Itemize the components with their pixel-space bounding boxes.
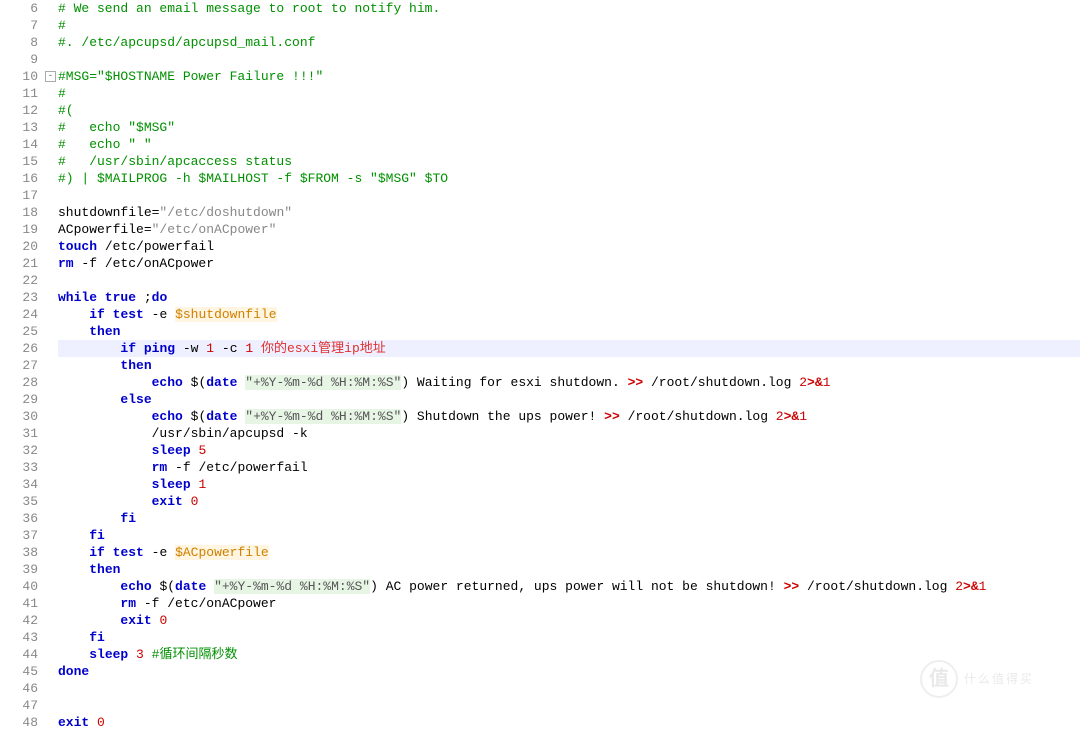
line-number: 43 [0, 629, 38, 646]
watermark-text: 什么值得买 [964, 671, 1034, 688]
line-number: 23 [0, 289, 38, 306]
code-line[interactable]: if ping -w 1 -c 1 你的esxi管理ip地址 [58, 340, 1080, 357]
line-number-gutter: 6789101112131415161718192021222324252627… [0, 0, 44, 731]
line-number: 47 [0, 697, 38, 714]
line-number: 30 [0, 408, 38, 425]
fold-gutter[interactable]: - [44, 0, 58, 731]
code-line[interactable]: exit 0 [58, 612, 1080, 629]
code-line[interactable]: echo $(date "+%Y-%m-%d %H:%M:%S") Waitin… [58, 374, 1080, 391]
line-number: 6 [0, 0, 38, 17]
code-line[interactable]: else [58, 391, 1080, 408]
line-number: 37 [0, 527, 38, 544]
line-number: 38 [0, 544, 38, 561]
code-line[interactable] [58, 697, 1080, 714]
line-number: 36 [0, 510, 38, 527]
line-number: 20 [0, 238, 38, 255]
code-line[interactable]: # We send an email message to root to no… [58, 0, 1080, 17]
line-number: 48 [0, 714, 38, 731]
code-line[interactable]: #) | $MAILPROG -h $MAILHOST -f $FROM -s … [58, 170, 1080, 187]
code-line[interactable]: sleep 5 [58, 442, 1080, 459]
code-line[interactable] [58, 272, 1080, 289]
code-line[interactable]: rm -f /etc/onACpower [58, 255, 1080, 272]
code-line[interactable]: if test -e $shutdownfile [58, 306, 1080, 323]
line-number: 8 [0, 34, 38, 51]
line-number: 46 [0, 680, 38, 697]
code-line[interactable]: then [58, 323, 1080, 340]
line-number: 22 [0, 272, 38, 289]
line-number: 21 [0, 255, 38, 272]
code-line[interactable]: while true ;do [58, 289, 1080, 306]
line-number: 41 [0, 595, 38, 612]
code-line[interactable]: # [58, 17, 1080, 34]
line-number: 15 [0, 153, 38, 170]
code-line[interactable] [58, 187, 1080, 204]
code-line[interactable]: #. /etc/apcupsd/apcupsd_mail.conf [58, 34, 1080, 51]
code-line[interactable]: fi [58, 629, 1080, 646]
code-line[interactable]: # echo "$MSG" [58, 119, 1080, 136]
line-number: 45 [0, 663, 38, 680]
line-number: 26 [0, 340, 38, 357]
code-line[interactable]: fi [58, 527, 1080, 544]
code-line[interactable]: # echo " " [58, 136, 1080, 153]
code-line[interactable]: shutdownfile="/etc/doshutdown" [58, 204, 1080, 221]
line-number: 40 [0, 578, 38, 595]
code-line[interactable]: fi [58, 510, 1080, 527]
line-number: 17 [0, 187, 38, 204]
line-number: 16 [0, 170, 38, 187]
watermark-badge: 值 [920, 660, 958, 698]
code-line[interactable] [58, 51, 1080, 68]
line-number: 19 [0, 221, 38, 238]
code-line[interactable]: rm -f /etc/powerfail [58, 459, 1080, 476]
code-area[interactable]: # We send an email message to root to no… [58, 0, 1080, 731]
line-number: 34 [0, 476, 38, 493]
code-line[interactable]: exit 0 [58, 493, 1080, 510]
line-number: 27 [0, 357, 38, 374]
line-number: 39 [0, 561, 38, 578]
code-line[interactable]: /usr/sbin/apcupsd -k [58, 425, 1080, 442]
line-number: 24 [0, 306, 38, 323]
code-line[interactable]: touch /etc/powerfail [58, 238, 1080, 255]
code-line[interactable]: # /usr/sbin/apcaccess status [58, 153, 1080, 170]
code-line[interactable]: exit 0 [58, 714, 1080, 731]
line-number: 12 [0, 102, 38, 119]
code-editor[interactable]: 6789101112131415161718192021222324252627… [0, 0, 1080, 731]
line-number: 10 [0, 68, 38, 85]
code-line[interactable]: then [58, 561, 1080, 578]
line-number: 14 [0, 136, 38, 153]
code-line[interactable]: #( [58, 102, 1080, 119]
line-number: 18 [0, 204, 38, 221]
line-number: 11 [0, 85, 38, 102]
code-line[interactable]: echo $(date "+%Y-%m-%d %H:%M:%S") Shutdo… [58, 408, 1080, 425]
code-line[interactable]: sleep 1 [58, 476, 1080, 493]
line-number: 25 [0, 323, 38, 340]
line-number: 7 [0, 17, 38, 34]
line-number: 32 [0, 442, 38, 459]
line-number: 33 [0, 459, 38, 476]
code-line[interactable]: echo $(date "+%Y-%m-%d %H:%M:%S") AC pow… [58, 578, 1080, 595]
code-line[interactable]: if test -e $ACpowerfile [58, 544, 1080, 561]
line-number: 28 [0, 374, 38, 391]
line-number: 13 [0, 119, 38, 136]
code-line[interactable]: #MSG="$HOSTNAME Power Failure !!!" [58, 68, 1080, 85]
code-line[interactable]: ACpowerfile="/etc/onACpower" [58, 221, 1080, 238]
line-number: 35 [0, 493, 38, 510]
code-line[interactable]: rm -f /etc/onACpower [58, 595, 1080, 612]
line-number: 29 [0, 391, 38, 408]
code-line[interactable]: # [58, 85, 1080, 102]
line-number: 44 [0, 646, 38, 663]
line-number: 31 [0, 425, 38, 442]
line-number: 42 [0, 612, 38, 629]
watermark: 值 什么值得买 [920, 660, 1034, 698]
line-number: 9 [0, 51, 38, 68]
fold-toggle-icon[interactable]: - [45, 71, 56, 82]
code-line[interactable]: then [58, 357, 1080, 374]
